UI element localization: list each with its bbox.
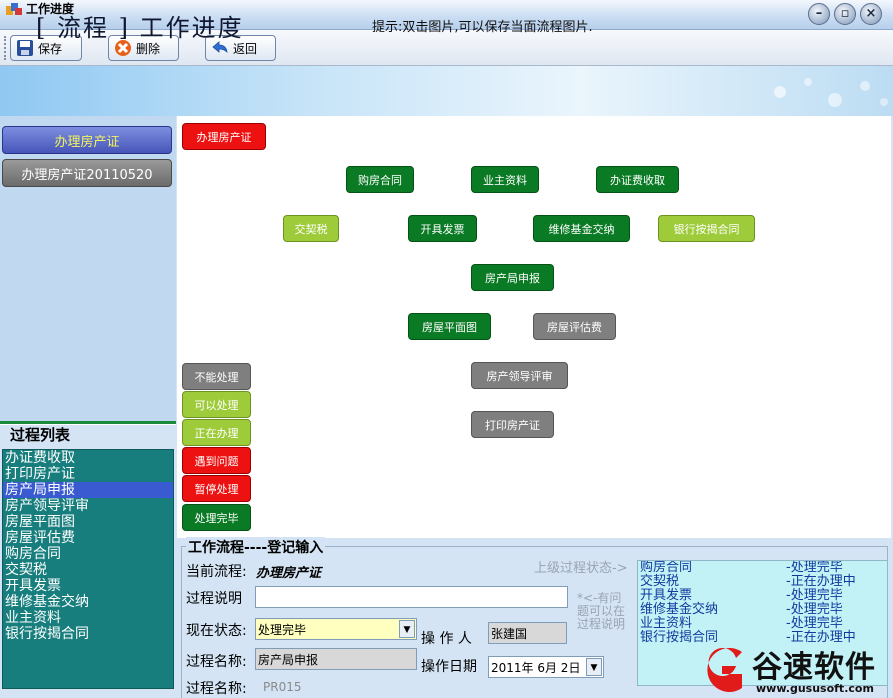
flow-node[interactable]: 交契税	[283, 215, 339, 242]
op-date-value: 2011年 6月 2日	[491, 660, 581, 675]
app-icon	[6, 3, 22, 15]
flow-node[interactable]: 维修基金交纳	[533, 215, 630, 242]
status-select[interactable]: 处理完毕 ▼	[255, 618, 417, 640]
form-title: 工作流程----登记输入	[186, 537, 326, 557]
op-date-picker[interactable]: 2011年 6月 2日 ▼	[488, 656, 604, 678]
floppy-icon	[15, 39, 35, 57]
flow-node[interactable]: 房屋平面图	[408, 313, 491, 340]
flow-node[interactable]: 房产领导评审	[471, 362, 568, 389]
brand-url: www.gususoft.com	[756, 682, 874, 695]
list-item[interactable]: 交契税	[3, 562, 173, 578]
maximize-icon[interactable]: ▫	[834, 3, 856, 25]
list-item[interactable]: 办证费收取	[3, 450, 173, 466]
list-item: 维修基金交纳 -处理完毕	[640, 602, 843, 617]
chevron-down-icon[interactable]: ▼	[586, 658, 602, 676]
prev-status-label: 上级过程状态->	[534, 561, 628, 576]
list-item[interactable]: 业主资料	[3, 610, 173, 626]
brand-name: 谷速软件	[752, 650, 876, 685]
current-flow-label: 当前流程:	[186, 564, 247, 580]
brand-logo-icon	[707, 648, 742, 692]
legend-item: 处理完毕	[182, 504, 251, 531]
list-item[interactable]: 房产领导评审	[3, 498, 173, 514]
flow-button-active[interactable]: 办理房产证	[2, 126, 172, 154]
desc-input[interactable]	[255, 586, 568, 608]
current-flow-value: 办理房产证	[256, 566, 322, 581]
flow-node[interactable]: 打印房产证	[471, 411, 554, 438]
operator-label: 操 作 人	[421, 631, 472, 647]
list-item: 交契税 -正在办理中	[640, 574, 856, 589]
list-item: 购房合同 -处理完毕	[640, 560, 843, 575]
flow-node[interactable]: 业主资料	[471, 166, 539, 193]
list-item: 业主资料 -处理完毕	[640, 616, 843, 631]
list-item[interactable]: 维修基金交纳	[3, 594, 173, 610]
page-title: [ 流程 ] 工作进度	[36, 14, 244, 42]
legend-item: 暂停处理	[182, 475, 251, 502]
toolbar-grip[interactable]	[4, 36, 8, 60]
flow-node[interactable]: 办证费收取	[596, 166, 679, 193]
status-value: 处理完毕	[258, 622, 307, 637]
proc-name-label: 过程名称:	[186, 654, 247, 670]
star-note: *<-有问题可以在过程说明	[577, 591, 626, 631]
minimize-icon[interactable]: –	[808, 3, 830, 25]
flow-node[interactable]: 房产局申报	[471, 264, 554, 291]
banner	[0, 66, 893, 116]
close-icon[interactable]: ×	[860, 3, 882, 25]
list-item[interactable]: 开具发票	[3, 578, 173, 594]
proc-code-label: 过程名称:	[186, 681, 247, 697]
operator-field: 张建国	[488, 622, 567, 644]
op-date-label: 操作日期	[421, 659, 477, 675]
desc-label: 过程说明	[186, 591, 242, 607]
legend-item: 遇到问题	[182, 447, 251, 474]
banner-decoration	[774, 78, 888, 107]
legend-item: 不能处理	[182, 363, 251, 390]
proc-name-field: 房产局申报	[255, 648, 417, 670]
list-item-selected[interactable]: 房产局申报	[3, 482, 173, 498]
proc-code-value: PR015	[263, 680, 302, 694]
list-item: 开具发票 -处理完毕	[640, 588, 843, 603]
hint-text: 提示:双击图片,可以保存当面流程图片.	[372, 20, 593, 35]
list-item[interactable]: 房屋评估费	[3, 530, 173, 546]
process-list-title: 过程列表	[10, 426, 71, 444]
legend-item: 可以处理	[182, 391, 251, 418]
flow-button[interactable]: 办理房产证20110520	[2, 159, 172, 187]
list-item[interactable]: 购房合同	[3, 546, 173, 562]
flow-node[interactable]: 银行按揭合同	[658, 215, 755, 242]
flow-node[interactable]: 购房合同	[346, 166, 414, 193]
list-item[interactable]: 银行按揭合同	[3, 626, 173, 642]
list-item[interactable]: 房屋平面图	[3, 514, 173, 530]
flow-node-root[interactable]: 办理房产证	[182, 123, 266, 150]
process-list[interactable]: 办证费收取 打印房产证 房产局申报 房产领导评审 房屋平面图 房屋评估费 购房合…	[2, 449, 174, 689]
watermark: 谷速软件 www.gususoft.com	[690, 640, 893, 698]
chevron-down-icon[interactable]: ▼	[399, 620, 415, 638]
status-label: 现在状态:	[186, 623, 247, 639]
flow-node[interactable]: 开具发票	[408, 215, 477, 242]
flow-node[interactable]: 房屋评估费	[533, 313, 616, 340]
list-item[interactable]: 打印房产证	[3, 466, 173, 482]
legend-item: 正在办理	[182, 419, 251, 446]
